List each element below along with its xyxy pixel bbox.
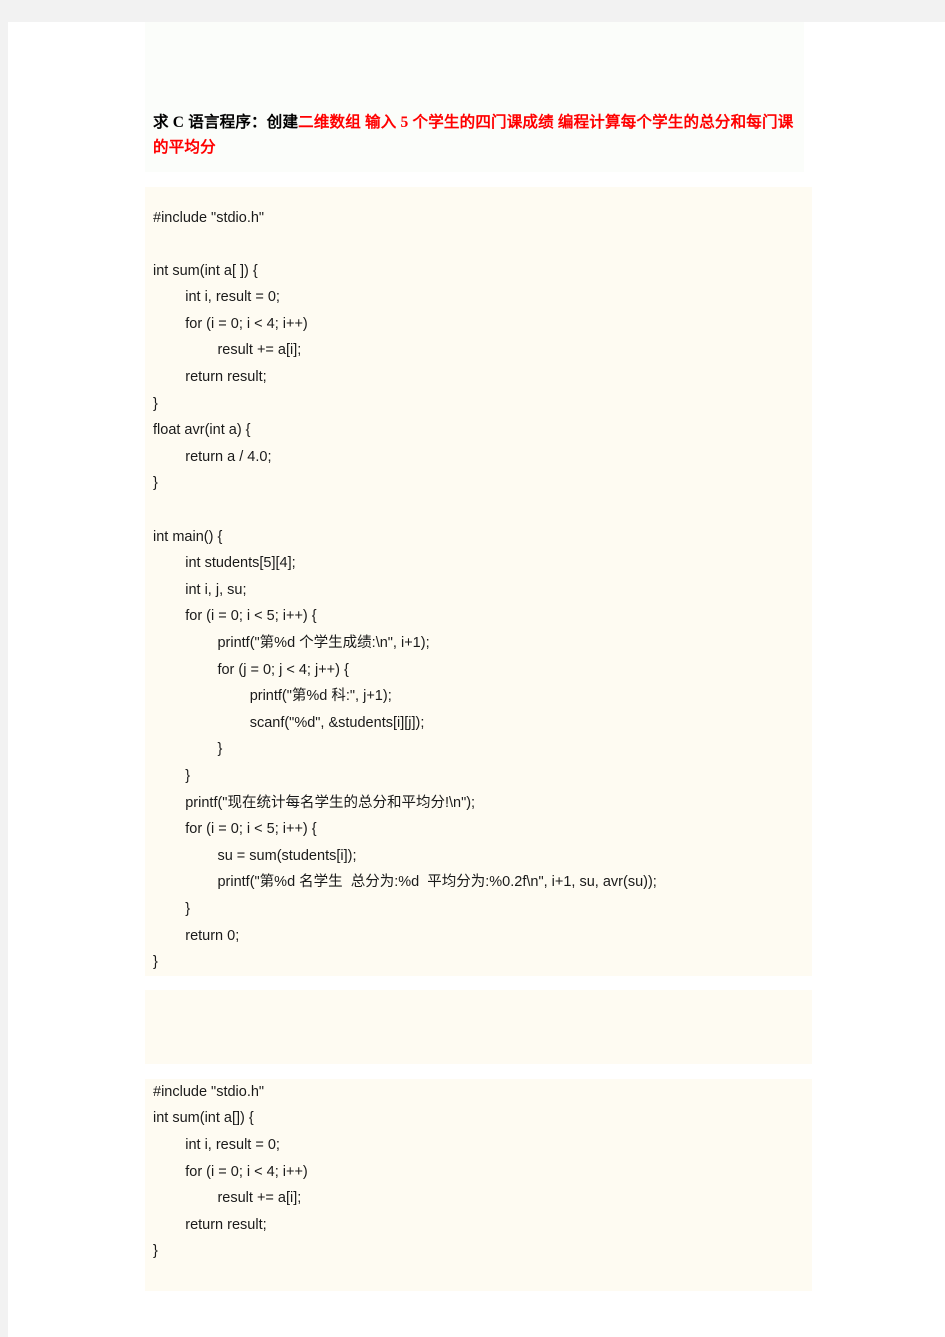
- code-line: for (i = 0; i < 4; i++): [153, 1163, 308, 1180]
- code-line: printf("第%d 名学生 总分为:%d 平均分为:%0.2f\n", i+…: [153, 874, 657, 891]
- code-line: int students[5][4];: [153, 555, 296, 572]
- page-title: 求 C 语言程序：创建二维数组 输入 5 个学生的四门课成绩 编程计算每个学生的…: [153, 110, 804, 160]
- code-line: }: [153, 395, 158, 412]
- code-line: int i, j, su;: [153, 581, 247, 598]
- document-page: 求 C 语言程序：创建二维数组 输入 5 个学生的四门课成绩 编程计算每个学生的…: [8, 22, 945, 1337]
- code-line: }: [153, 741, 223, 758]
- code-line: for (i = 0; i < 4; i++): [153, 315, 308, 332]
- code-line: int sum(int a[ ]) {: [153, 262, 258, 279]
- code-line: }: [153, 1243, 158, 1260]
- code-line: result += a[i];: [153, 1190, 302, 1207]
- code-line: printf("现在统计每名学生的总分和平均分!\n");: [153, 794, 476, 811]
- code-block-secondary: #include "stdio.h" int sum(int a[]) { int…: [145, 1078, 812, 1291]
- code-line: }: [153, 954, 158, 971]
- code-line: su = sum(students[i]);: [153, 847, 357, 864]
- code-line: printf("第%d 个学生成绩:\n", i+1);: [153, 635, 430, 651]
- code-line: scanf("%d", &students[i][j]);: [153, 714, 425, 731]
- code-line: return 0;: [153, 927, 240, 944]
- code-line: int i, result = 0;: [153, 289, 280, 306]
- code-line: printf("第%d 科:", j+1);: [153, 688, 392, 705]
- code-line: result += a[i];: [153, 342, 302, 359]
- code-block-spacer: [145, 990, 812, 1065]
- code-line: for (i = 0; i < 5; i++) {: [153, 821, 317, 838]
- code-line: float avr(int a) {: [153, 422, 251, 439]
- code-line: for (i = 0; i < 5; i++) {: [153, 608, 317, 625]
- code-line: for (j = 0; j < 4; j++) {: [153, 661, 349, 678]
- title-block: 求 C 语言程序：创建二维数组 输入 5 个学生的四门课成绩 编程计算每个学生的…: [145, 22, 804, 172]
- code-line: int sum(int a[]) {: [153, 1110, 254, 1127]
- page-title-black-segment: 求 C 语言程序：创建: [153, 114, 299, 131]
- code-line: return result;: [153, 369, 267, 386]
- code-line: }: [153, 767, 191, 784]
- code-line: #include "stdio.h": [153, 1083, 265, 1100]
- code-line: int i, result = 0;: [153, 1136, 280, 1153]
- code-line: }: [153, 900, 191, 917]
- code-block-primary: #include "stdio.h" int sum(int a[ ]) { i…: [145, 186, 812, 976]
- code-line: }: [153, 475, 158, 492]
- code-line: return result;: [153, 1216, 267, 1233]
- content-column: 求 C 语言程序：创建二维数组 输入 5 个学生的四门课成绩 编程计算每个学生的…: [145, 22, 812, 1305]
- code-line: int main() {: [153, 528, 223, 545]
- code-line: return a / 4.0;: [153, 448, 272, 465]
- code-line: #include "stdio.h": [153, 209, 265, 226]
